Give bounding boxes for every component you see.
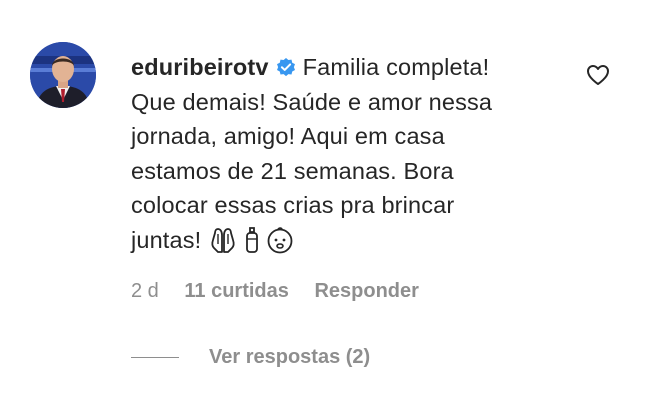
comment-timestamp[interactable]: 2 d	[131, 280, 159, 302]
replies-divider	[131, 357, 179, 358]
praying-hands-icon	[211, 227, 235, 253]
comment-body: eduribeirotv Familia completa! Que demai…	[131, 50, 551, 257]
comment-line-6: juntas!	[131, 226, 202, 253]
view-replies-button[interactable]: Ver respostas (2)	[131, 346, 370, 369]
comment-line-1: Familia completa!	[302, 54, 490, 80]
verified-badge-icon	[276, 58, 295, 77]
comment-line-2: Que demais! Saúde e amor nessa	[131, 88, 493, 115]
comment-line-3: jornada, amigo! Aqui em casa	[131, 123, 445, 149]
heart-outline-icon[interactable]	[586, 64, 610, 86]
comment-line-5: colocar essas crias pra brincar	[131, 192, 455, 218]
baby-face-icon	[267, 226, 293, 253]
comment-username[interactable]: eduribeirotv	[131, 54, 269, 80]
comment-meta: 2 d 11 curtidas Responder	[131, 280, 439, 303]
view-replies-label: Ver respostas (2)	[209, 346, 371, 368]
comment: eduribeirotv Familia completa! Que demai…	[30, 40, 630, 400]
avatar[interactable]	[30, 42, 96, 108]
likes-count[interactable]: 11 curtidas	[184, 280, 289, 302]
comment-line-4: estamos de 21 semanas. Bora	[131, 157, 454, 184]
baby-bottle-icon	[246, 226, 258, 253]
reply-button[interactable]: Responder	[314, 280, 418, 302]
avatar-image	[30, 42, 96, 108]
